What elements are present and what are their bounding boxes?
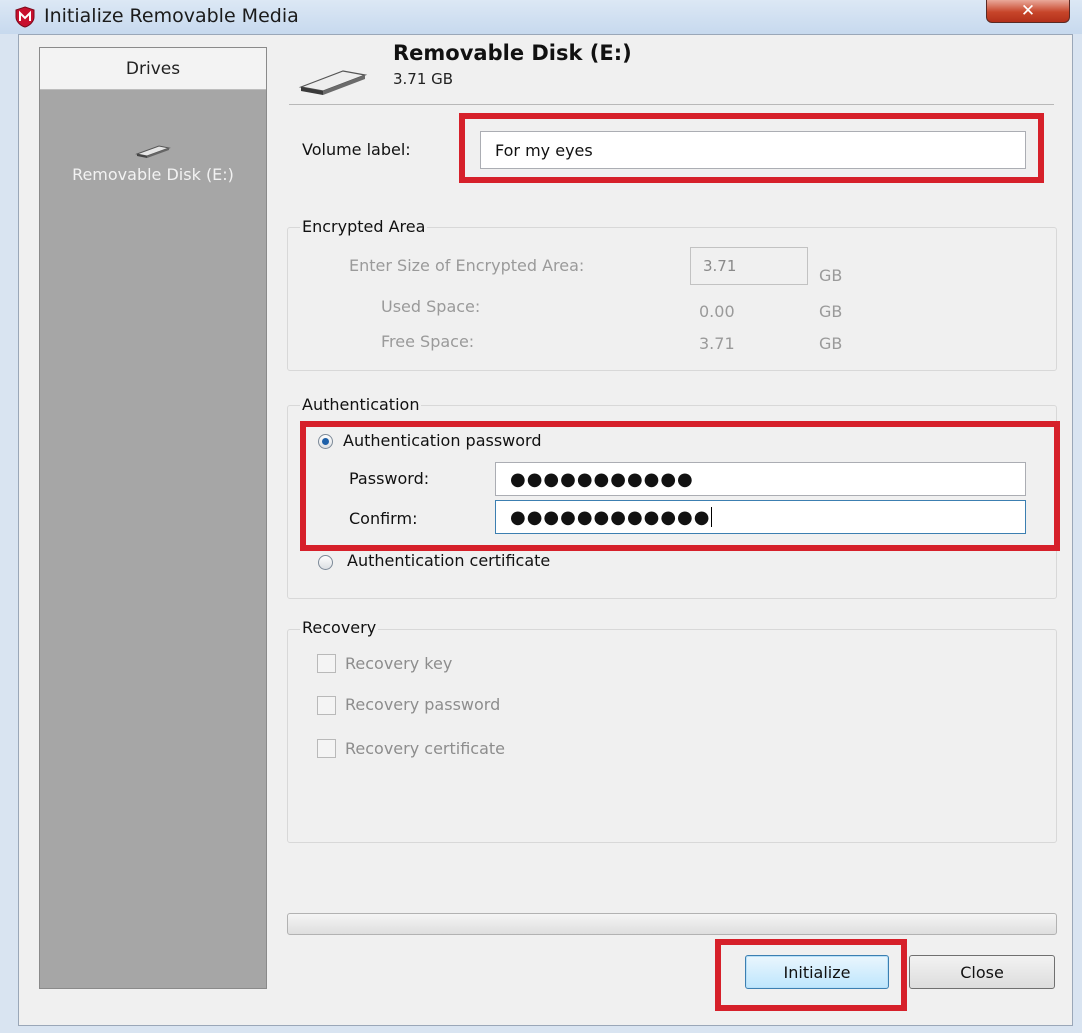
usb-drive-icon (135, 145, 171, 158)
disk-size: 3.71 GB (393, 70, 454, 88)
recovery-certificate-label: Recovery certificate (345, 739, 506, 758)
window-title: Initialize Removable Media (44, 5, 299, 27)
recovery-password-label: Recovery password (345, 695, 501, 714)
free-space-unit: GB (819, 334, 843, 353)
dialog-window: Initialize Removable Media ✕ Drives Remo… (0, 0, 1082, 1033)
authentication-certificate-option[interactable]: Authentication certificate (347, 551, 550, 570)
window-close-button[interactable]: ✕ (986, 0, 1070, 23)
drives-sidebar: Drives Removable Disk (E:) (39, 47, 267, 989)
used-space-value: 0.00 (699, 302, 735, 321)
free-space-value: 3.71 (699, 334, 735, 353)
recovery-key-label: Recovery key (345, 654, 453, 673)
enter-size-unit: GB (819, 266, 843, 285)
sidebar-item-removable-disk[interactable]: Removable Disk (E:) (40, 143, 266, 184)
sidebar-drive-label: Removable Disk (E:) (72, 165, 234, 184)
mcafee-shield-icon (15, 6, 35, 28)
authentication-legend: Authentication (300, 395, 422, 414)
removable-disk-icon (298, 70, 368, 95)
drives-header: Drives (40, 48, 266, 90)
progress-bar (287, 913, 1057, 935)
recovery-password-checkbox[interactable] (317, 696, 336, 715)
close-button[interactable]: Close (909, 955, 1055, 989)
used-space-unit: GB (819, 302, 843, 321)
encrypted-area-legend: Encrypted Area (300, 217, 428, 236)
title-bar: Initialize Removable Media ✕ (0, 0, 1082, 34)
dialog-client-area: Drives Removable Disk (E:) Removable Dis… (18, 34, 1073, 1026)
header-separator (289, 104, 1054, 105)
encrypted-size-value: 3.71 (703, 257, 737, 275)
recovery-certificate-checkbox[interactable] (317, 739, 336, 758)
volume-label-text: Volume label: (302, 140, 411, 159)
radio-authentication-certificate[interactable] (318, 555, 333, 570)
disk-title: Removable Disk (E:) (393, 41, 632, 65)
encrypted-size-input[interactable]: 3.71 (690, 247, 808, 285)
recovery-key-checkbox[interactable] (317, 654, 336, 673)
free-space-label: Free Space: (381, 332, 475, 351)
highlight-volume-label (459, 113, 1044, 183)
highlight-authentication (300, 421, 1060, 551)
used-space-label: Used Space: (381, 297, 481, 316)
highlight-initialize (715, 939, 907, 1011)
enter-size-label: Enter Size of Encrypted Area: (349, 256, 585, 275)
recovery-legend: Recovery (300, 618, 379, 637)
close-icon: ✕ (1020, 1, 1036, 21)
